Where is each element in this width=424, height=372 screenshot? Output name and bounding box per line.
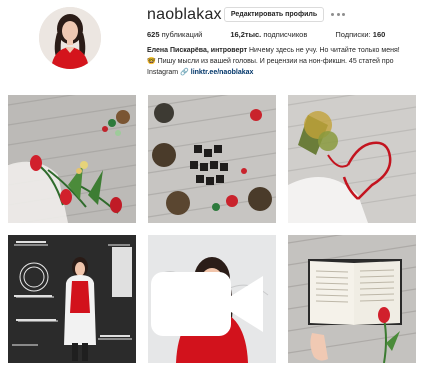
post-chalkboard-portrait[interactable] [8,235,136,363]
video-camera-icon [151,272,263,336]
followers-count: 16,2тыс. [230,30,262,39]
following-count: 160 [372,30,386,39]
post-heart-ribbon[interactable] [288,95,416,223]
bio-link[interactable]: linktr.ee/naoblakax [191,69,254,76]
bio-line-1-rest: Ничему здесь не учу. Но читайте только м… [248,47,400,54]
post-book-tulip[interactable] [288,235,416,363]
profile-username: naoblakax [147,6,222,23]
followers-label: подписчиков [263,30,308,39]
post-flatlay-tulips[interactable] [8,95,136,223]
more-dots-icon[interactable] [331,9,345,19]
avatar[interactable] [39,7,101,69]
following-label: Подписки: [335,30,371,39]
followers-stat[interactable]: 16,2тыс. подписчиков [230,30,307,39]
bio-line-2: 🤓 Пишу мысли из вашей головы. И рецензии… [147,58,394,65]
posts-label: публикаций [161,30,203,39]
posts-count: 625 [147,30,160,39]
bio-line-3: Instagram 🔗 linktr.ee/naoblakax [147,67,421,78]
posts-grid [8,95,416,363]
bio-name: Елена Пискарёва, интроверт [147,47,247,54]
following-stat[interactable]: Подписки: 160 [335,30,385,39]
bio-line-3-prefix: Instagram [147,69,179,76]
edit-profile-button[interactable]: Редактировать профиль [224,7,324,22]
post-letter-cubes[interactable] [148,95,276,223]
posts-stat: 625 публикаций [147,30,202,39]
profile-bio: Елена Пискарёва, интроверт Ничему здесь … [147,45,421,78]
post-smiling-woman[interactable] [148,235,276,363]
bio-line-1: Елена Пискарёва, интроверт Ничему здесь … [147,45,421,56]
profile-stats: 625 публикаций 16,2тыс. подписчиков Подп… [147,30,413,39]
link-icon: 🔗 [180,69,189,76]
